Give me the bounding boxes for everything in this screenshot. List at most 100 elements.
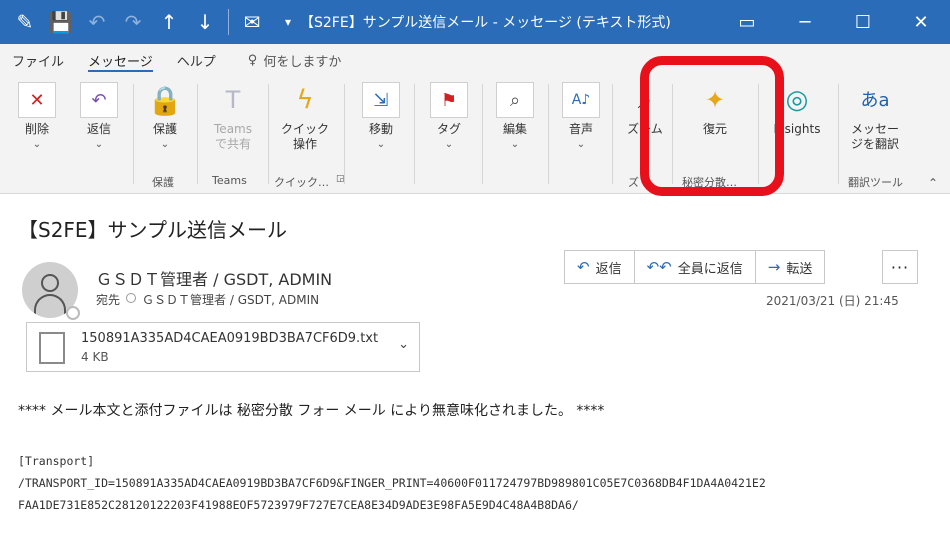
- group-label-quick: クイック…: [274, 176, 329, 189]
- next-item-icon[interactable]: ↓: [188, 5, 222, 39]
- message-datetime: 2021/03/21 (日) 21:45: [766, 294, 899, 308]
- dialog-launcher-icon[interactable]: ◲: [336, 174, 345, 184]
- quick-steps-button[interactable]: ϟ クイック 操作: [276, 82, 334, 166]
- close-button[interactable]: ✕: [892, 0, 950, 44]
- chevron-down-icon: ⌄: [576, 139, 586, 150]
- to-label: 宛先: [96, 293, 121, 307]
- transport-header: [Transport]: [18, 454, 95, 468]
- group-divider: [482, 84, 483, 184]
- tell-me-label: 何をしますか: [263, 54, 342, 70]
- voice-button[interactable]: A♪ 音声 ⌄: [552, 82, 610, 166]
- lightning-icon: ϟ: [296, 84, 314, 115]
- more-actions-button[interactable]: ···: [882, 250, 918, 284]
- previous-item-icon[interactable]: ↑: [152, 5, 186, 39]
- teams-label-2: で共有: [214, 137, 251, 151]
- maximize-button[interactable]: ☐: [834, 0, 892, 44]
- text-file-icon: [39, 332, 65, 364]
- group-label-protect: 保護: [152, 176, 174, 189]
- translate-message-button[interactable]: あa メッセー ジを翻訳: [846, 82, 904, 166]
- chevron-down-icon[interactable]: ⌄: [398, 337, 409, 352]
- group-divider: [268, 84, 269, 184]
- group-divider: [344, 84, 345, 184]
- window-title: 【S2FE】サンプル送信メール - メッセージ (テキスト形式): [300, 15, 671, 31]
- teams-icon: T: [225, 85, 241, 114]
- group-label-translate: 翻訳ツール: [848, 176, 903, 189]
- search-icon: ⌕: [496, 82, 534, 118]
- share-to-teams-button[interactable]: T Teams で共有: [204, 82, 262, 166]
- read-aloud-icon: A♪: [562, 82, 600, 118]
- reply-button-label: 返信: [595, 261, 622, 277]
- sender-name[interactable]: ＧＳＤＴ管理者 / GSDT, ADMIN: [96, 266, 332, 290]
- group-label-zoom: ズ: [628, 176, 639, 189]
- presence-status-icon: [66, 306, 80, 320]
- protect-button[interactable]: 🔒 保護 ⌄: [136, 82, 194, 166]
- chevron-down-icon: ⌄: [160, 139, 170, 150]
- group-divider: [838, 84, 839, 184]
- title-bar: ✎ 💾 ↶ ↷ ↑ ↓ ✉ ▾ 【S2FE】サンプル送信メール - メッセージ …: [0, 0, 950, 44]
- toolbar-divider: [228, 9, 229, 35]
- recipient-name[interactable]: ＧＳＤＴ管理者 / GSDT, ADMIN: [142, 291, 319, 308]
- window-controls: ▭ ─ ☐ ✕: [718, 0, 950, 44]
- person-body-icon: [34, 294, 66, 316]
- tags-button[interactable]: ⚑ タグ ⌄: [420, 82, 478, 166]
- quick-steps-label-2: 操作: [292, 137, 317, 151]
- collapse-ribbon-icon[interactable]: ⌃: [928, 176, 938, 190]
- attachment-card[interactable]: 150891A335AD4CAEA0919BD3BA7CF6D9.txt 4 K…: [26, 322, 420, 372]
- body-notice: **** メール本文と添付ファイルは 秘密分散 フォー メール により無意味化さ…: [18, 403, 605, 419]
- lightbulb-icon: ♀: [247, 52, 258, 68]
- group-divider: [414, 84, 415, 184]
- flag-icon: ⚑: [430, 82, 468, 118]
- reply-label: 返信: [86, 122, 111, 136]
- minimize-button[interactable]: ─: [776, 0, 834, 44]
- redo-icon[interactable]: ↷: [116, 5, 150, 39]
- transport-block: [Transport] /TRANSPORT_ID=150891A335AD4C…: [18, 450, 766, 516]
- voice-label: 音声: [568, 122, 593, 136]
- edit-message-icon[interactable]: ✎: [8, 5, 42, 39]
- translate-icon: あa: [860, 89, 890, 111]
- undo-icon[interactable]: ↶: [80, 5, 114, 39]
- group-divider: [133, 84, 134, 184]
- tab-help[interactable]: ヘルプ: [165, 44, 228, 76]
- tell-me-search[interactable]: ♀ 何をしますか: [248, 51, 342, 70]
- transport-line: FAA1DE731E852C28120122203F41988EOF572397…: [18, 498, 579, 512]
- attachment-size: 4 KB: [81, 350, 109, 364]
- translate-label-2: ジを翻訳: [850, 137, 899, 151]
- forward-arrow-icon: →: [767, 258, 781, 276]
- protect-label: 保護: [152, 122, 177, 136]
- tab-message[interactable]: メッセージ: [76, 44, 165, 76]
- group-divider: [548, 84, 549, 184]
- forward-button[interactable]: → 転送: [756, 251, 825, 283]
- group-divider: [197, 84, 198, 184]
- edit-button[interactable]: ⌕ 編集 ⌄: [486, 82, 544, 166]
- reply-icon: ↶: [80, 82, 118, 118]
- group-label-teams: Teams: [212, 174, 247, 187]
- person-head-icon: [41, 274, 59, 292]
- message-subject: 【S2FE】サンプル送信メール: [18, 218, 287, 242]
- delete-icon: ✕: [18, 82, 56, 118]
- reply-arrow-icon: ↶: [577, 258, 590, 276]
- move-label: 移動: [368, 122, 393, 136]
- forward-button-label: 転送: [786, 261, 813, 277]
- edit-label: 編集: [502, 122, 527, 136]
- group-divider: [612, 84, 613, 184]
- delete-button[interactable]: ✕ 削除 ⌄: [8, 82, 66, 166]
- translate-label-1: メッセー: [850, 122, 899, 136]
- reply-all-button[interactable]: ↶↶ 全員に返信: [635, 251, 756, 283]
- recipient-line: 宛先 ＧＳＤＴ管理者 / GSDT, ADMIN: [96, 291, 319, 308]
- attachment-name: 150891A335AD4CAEA0919BD3BA7CF6D9.txt: [81, 331, 379, 346]
- save-icon[interactable]: 💾: [44, 5, 78, 39]
- reply-ribbon-button[interactable]: ↶ 返信 ⌄: [70, 82, 128, 166]
- tab-file[interactable]: ファイル: [0, 44, 76, 76]
- reply-all-arrow-icon: ↶↶: [646, 258, 672, 276]
- transport-line: /TRANSPORT_ID=150891A335AD4CAEA0919BD3BA…: [18, 476, 766, 490]
- envelope-icon[interactable]: ✉: [235, 5, 269, 39]
- reply-button[interactable]: ↶ 返信: [565, 251, 635, 283]
- move-folder-icon: ⇲: [362, 82, 400, 118]
- highlight-annotation: [640, 56, 784, 196]
- reply-all-button-label: 全員に返信: [677, 261, 743, 277]
- quick-steps-label-1: クイック: [280, 122, 329, 136]
- tags-label: タグ: [436, 122, 461, 136]
- recipient-status-icon: [126, 293, 137, 303]
- ribbon-display-icon[interactable]: ▭: [718, 0, 776, 44]
- move-button[interactable]: ⇲ 移動 ⌄: [352, 82, 410, 166]
